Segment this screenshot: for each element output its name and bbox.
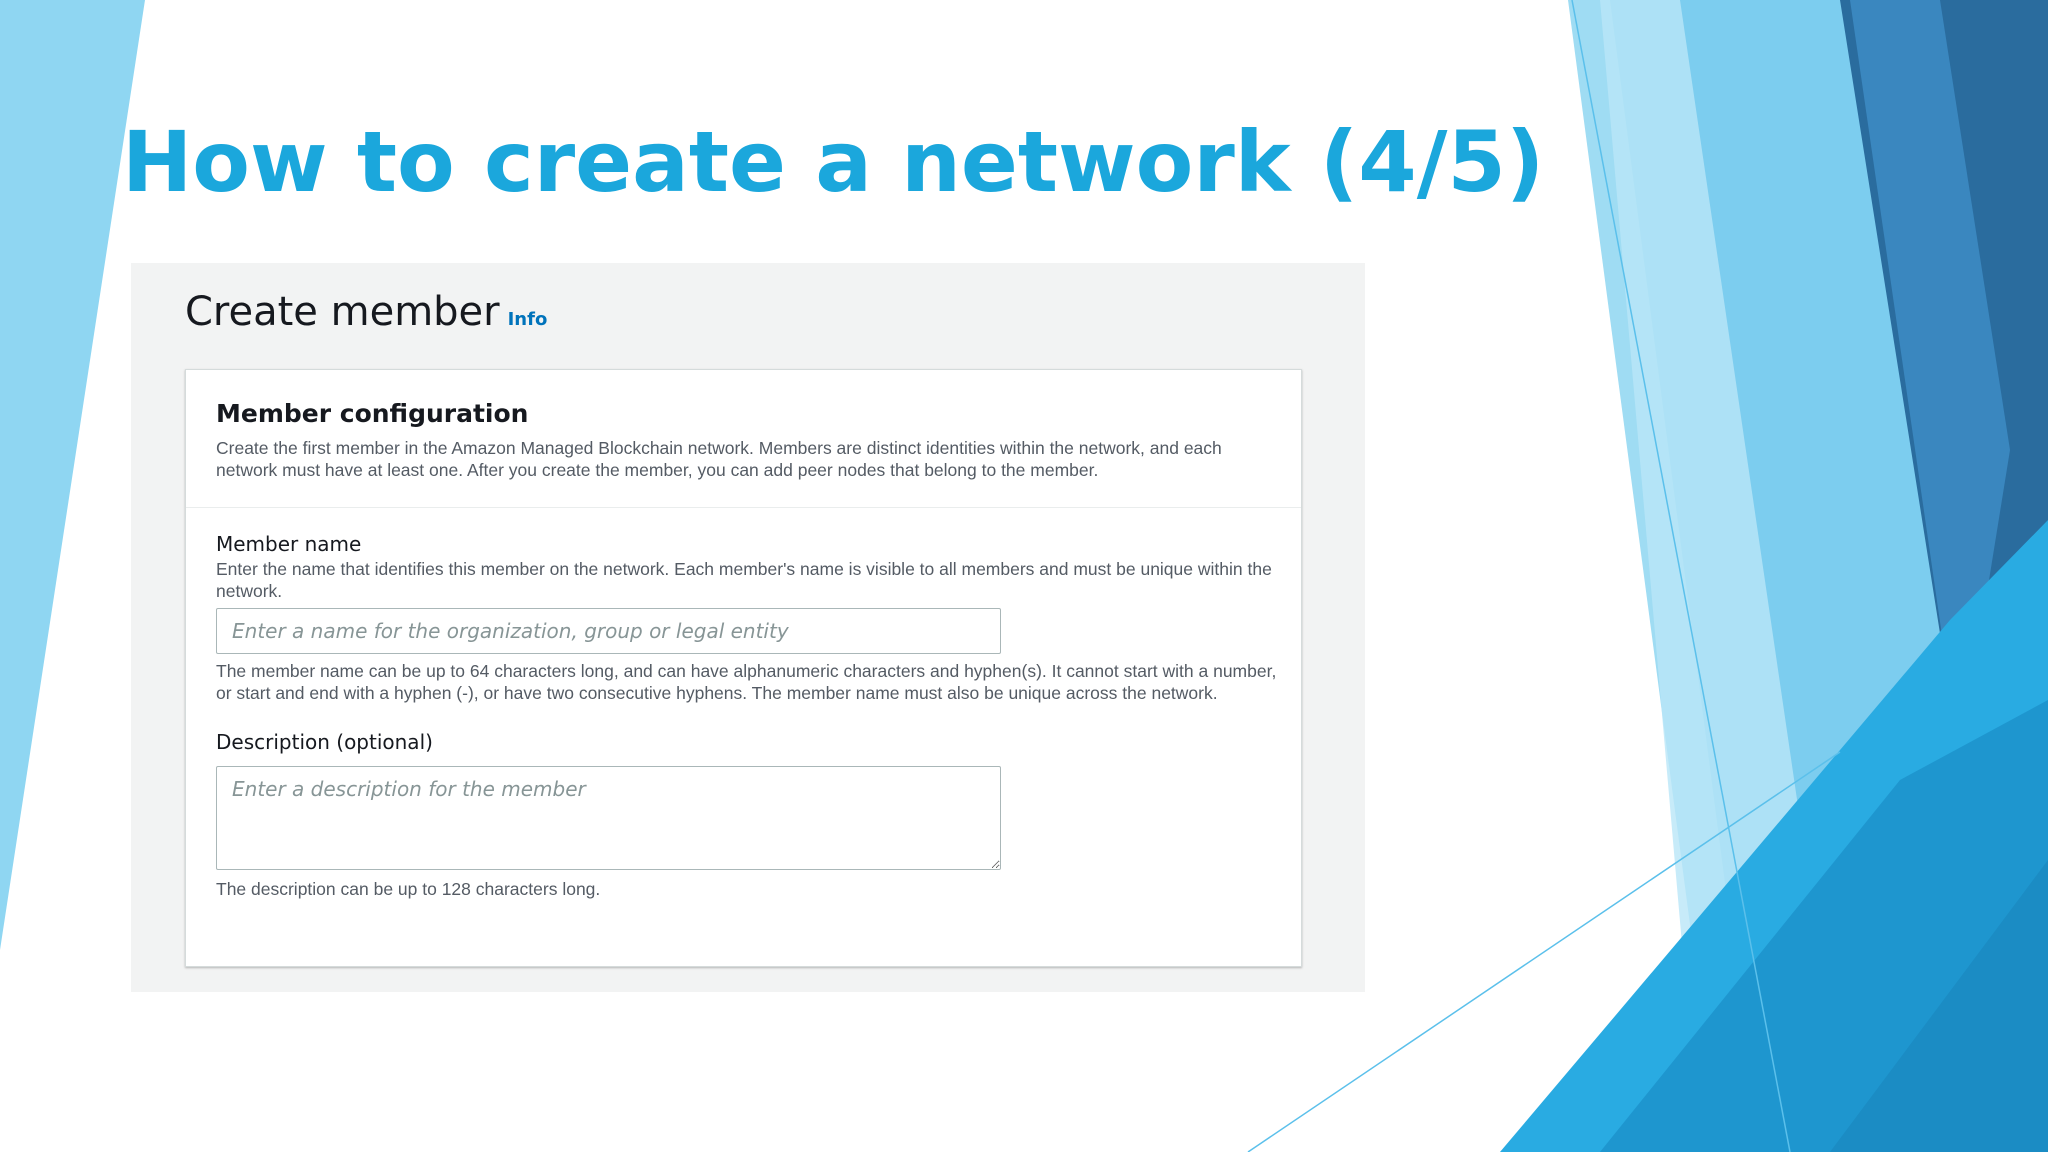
member-name-constraint: The member name can be up to 64 characte…	[216, 661, 1277, 703]
panel-body: Member name Enter the name that identifi…	[186, 508, 1301, 900]
member-name-label: Member name	[216, 532, 362, 556]
slide-title: How to create a network (4/5)	[122, 113, 1545, 211]
description-constraint: The description can be up to 128 charact…	[216, 879, 601, 899]
member-name-input[interactable]	[216, 608, 1001, 654]
member-configuration-panel: Member configuration Create the first me…	[185, 369, 1302, 967]
description-field: Description (optional) The description c…	[216, 728, 1271, 900]
panel-description: Create the first member in the Amazon Ma…	[216, 438, 1222, 480]
panel-heading: Member configuration	[216, 399, 529, 428]
panel-header: Member configuration Create the first me…	[186, 370, 1301, 508]
console-screenshot: Create member Info Member configuration C…	[131, 263, 1365, 992]
member-name-description: Enter the name that identifies this memb…	[216, 559, 1272, 601]
page-header: Create member Info	[185, 289, 547, 335]
description-textarea[interactable]	[216, 766, 1001, 870]
page-title: Create member	[185, 289, 500, 335]
description-label: Description (optional)	[216, 730, 433, 754]
info-link[interactable]: Info	[508, 309, 548, 330]
member-name-field: Member name Enter the name that identifi…	[216, 530, 1276, 704]
